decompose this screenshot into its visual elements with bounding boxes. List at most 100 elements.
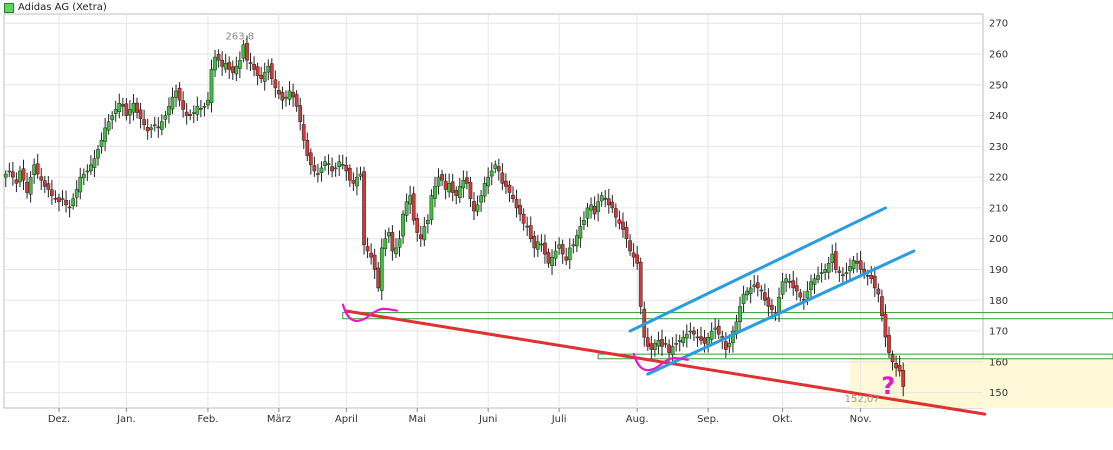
candle-body	[252, 64, 256, 70]
candle-body	[401, 213, 405, 237]
candle-body	[766, 297, 771, 307]
candle-body	[564, 256, 569, 261]
candle-body	[606, 198, 611, 206]
candle-body	[177, 87, 182, 101]
candle-body	[585, 207, 590, 219]
candle-body	[553, 250, 558, 259]
candle-body	[575, 235, 579, 247]
legend-label: Adidas AG (Xetra)	[18, 2, 107, 13]
candle-body	[103, 127, 107, 142]
candle-body	[195, 106, 200, 115]
candle-body	[890, 354, 895, 363]
candle-body	[450, 181, 455, 193]
candle-body	[287, 90, 292, 100]
candle-body	[780, 281, 785, 295]
candle-body	[567, 247, 572, 261]
candle-body	[202, 106, 207, 108]
candle-body	[394, 247, 398, 255]
candle-body	[308, 152, 313, 166]
candle-body	[752, 284, 757, 287]
candle-body	[656, 340, 661, 347]
candle-body	[809, 281, 813, 290]
y-tick-label: 270	[989, 19, 1008, 30]
candle-body	[42, 180, 47, 187]
candle-body	[117, 103, 122, 112]
candle-body	[741, 293, 746, 304]
x-tick-label: April	[335, 414, 358, 425]
candle-body	[57, 197, 61, 203]
x-tick-label: Nov.	[850, 414, 872, 425]
candle-body	[142, 119, 146, 126]
candle-body	[74, 189, 79, 198]
candle-body	[528, 225, 533, 239]
candle-body	[692, 330, 696, 335]
candle-body	[124, 103, 129, 116]
candle-body	[365, 246, 370, 252]
candle-body	[131, 103, 136, 113]
candle-body	[525, 225, 530, 228]
candle-body	[379, 247, 384, 291]
candle-body	[426, 219, 430, 225]
candle-body	[312, 165, 317, 172]
candle-body	[621, 221, 625, 230]
candle-body	[145, 127, 150, 132]
candle-body	[624, 226, 629, 239]
candle-body	[184, 111, 189, 116]
candle-body	[284, 96, 288, 99]
candle-body	[305, 139, 310, 156]
candle-body	[798, 292, 803, 298]
candle-body	[64, 200, 68, 206]
candle-body	[188, 114, 193, 116]
candle-body	[645, 337, 650, 347]
candle-body	[677, 340, 682, 343]
candle-body	[241, 44, 246, 59]
candle-body	[340, 164, 345, 166]
candle-body	[319, 167, 324, 173]
candle-body	[496, 166, 501, 172]
candle-body	[610, 201, 615, 209]
candle-body	[628, 240, 632, 252]
candle-body	[3, 173, 8, 178]
candle-body	[514, 199, 519, 209]
candle-body	[294, 94, 299, 107]
candle-body	[589, 204, 593, 211]
legend: Adidas AG (Xetra)	[4, 2, 107, 13]
candle-body	[738, 306, 742, 322]
candle-body	[699, 336, 703, 341]
candle-body	[32, 164, 37, 176]
question-mark-annotation: ?	[881, 372, 895, 400]
candle-body	[234, 66, 239, 75]
candle-body	[213, 56, 217, 71]
candle-body	[872, 275, 877, 289]
x-tick-label: Aug.	[626, 414, 649, 425]
candle-body	[50, 189, 54, 196]
candle-body	[138, 109, 143, 119]
candle-body	[472, 201, 476, 212]
candle-body	[848, 266, 852, 272]
x-tick-label: Mai	[408, 414, 426, 425]
candle-body	[255, 66, 260, 76]
candle-body	[433, 186, 437, 199]
candle-body	[681, 336, 686, 344]
candle-body	[653, 343, 657, 350]
candle-body	[894, 363, 898, 369]
candle-body	[745, 290, 749, 296]
candle-body	[465, 177, 469, 184]
candle-body	[901, 369, 906, 387]
candle-body	[71, 198, 76, 207]
candle-body	[695, 336, 700, 339]
candle-body	[298, 105, 303, 122]
candle-body	[390, 232, 395, 252]
candle-body	[344, 165, 349, 172]
candle-body	[362, 171, 366, 246]
candle-body	[688, 330, 693, 333]
y-tick-label: 170	[989, 327, 1008, 338]
candle-body	[429, 195, 434, 220]
candle-body	[663, 343, 668, 345]
candle-body	[7, 170, 12, 173]
x-tick-label: Sep.	[697, 414, 719, 425]
candle-body	[46, 183, 51, 190]
candle-body	[440, 174, 444, 181]
candle-body	[326, 163, 331, 166]
candle-body	[191, 112, 196, 114]
